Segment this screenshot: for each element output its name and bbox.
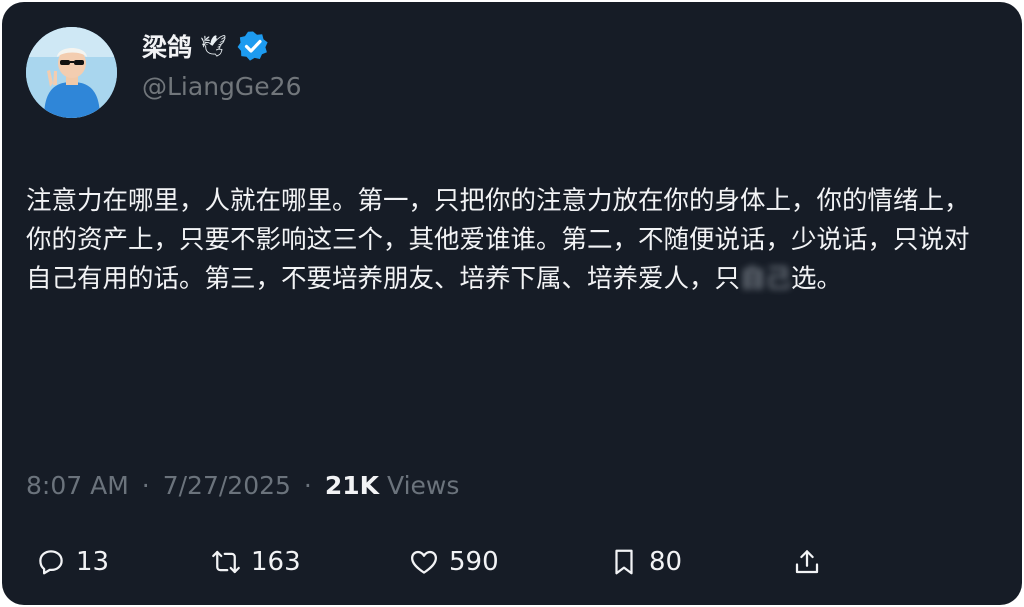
dove-emoji: 🕊 xyxy=(200,33,227,58)
views-label: Views xyxy=(387,470,460,500)
action-bar: 13 163 590 80 xyxy=(26,542,1006,582)
tweet-text: 注意力在哪里，人就在哪里。第一，只把你的注意力放在你的身体上，你的情绪上，你的资… xyxy=(26,182,994,299)
tweet-meta: 8:07 AM · 7/27/2025 · 21K Views xyxy=(26,467,459,503)
author-display-name[interactable]: 梁鸽 xyxy=(142,28,192,64)
bookmark-button[interactable]: 80 xyxy=(609,542,682,582)
bookmark-icon xyxy=(615,549,633,575)
author-handle[interactable]: @LiangGe26 xyxy=(142,72,301,101)
share-button[interactable] xyxy=(792,542,822,582)
reply-count: 13 xyxy=(76,547,110,577)
share-icon xyxy=(795,550,819,574)
like-count: 590 xyxy=(449,547,499,577)
tweet-card: 梁鸽 🕊 @LiangGe26 注意力在哪里，人就在哪里。第一，只把你的注意力放… xyxy=(2,2,1022,605)
retweet-count: 163 xyxy=(251,547,301,577)
author-name-row: 梁鸽 🕊 xyxy=(142,28,269,64)
tweet-text-blurred: 自己 xyxy=(740,264,792,294)
retweet-button[interactable]: 163 xyxy=(211,542,301,582)
tweet-text-end: 选。 xyxy=(791,264,843,294)
tweet-date[interactable]: 7/27/2025 xyxy=(163,471,291,500)
reply-button[interactable]: 13 xyxy=(36,542,109,582)
heart-icon xyxy=(411,550,437,574)
tweet-time[interactable]: 8:07 AM xyxy=(26,471,129,500)
meta-separator: · xyxy=(303,470,312,500)
verified-badge-icon xyxy=(237,31,268,61)
views-count: 21K xyxy=(324,470,380,500)
avatar[interactable] xyxy=(26,27,117,118)
like-button[interactable]: 590 xyxy=(409,542,499,582)
meta-separator: · xyxy=(141,470,150,500)
bookmark-count: 80 xyxy=(649,547,683,577)
reply-icon xyxy=(39,550,63,575)
retweet-icon xyxy=(212,550,240,574)
